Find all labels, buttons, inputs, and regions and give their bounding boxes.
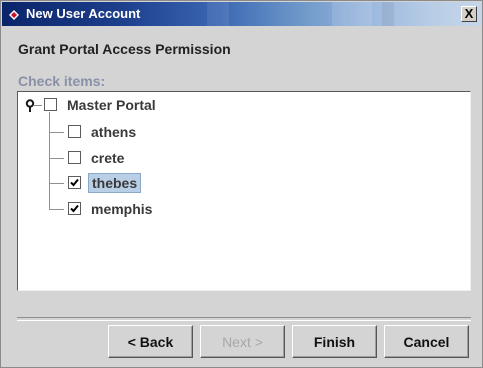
memphis-checkbox[interactable] — [68, 202, 81, 215]
checkmark-icon — [70, 204, 79, 213]
checkmark-icon — [70, 178, 79, 187]
tree-item-thebes[interactable]: thebes — [88, 173, 142, 193]
tree-item-crete[interactable]: crete — [88, 149, 127, 167]
tree-root-label[interactable]: Master Portal — [64, 96, 159, 114]
new-user-account-dialog: New User Account X Grant Portal Access P… — [0, 0, 483, 368]
tree-item-athens[interactable]: athens — [88, 123, 139, 141]
window-title: New User Account — [26, 6, 141, 21]
tree-item-memphis[interactable]: memphis — [88, 200, 155, 218]
close-button[interactable]: X — [461, 6, 477, 22]
tree-expand-handle-icon[interactable] — [24, 99, 36, 113]
back-button[interactable]: < Back — [108, 325, 193, 358]
crete-checkbox[interactable] — [68, 151, 81, 164]
check-items-label: Check items: — [18, 73, 106, 89]
wizard-heading: Grant Portal Access Permission — [18, 41, 231, 57]
portal-tree[interactable]: Master Portal athens crete thebes memphi… — [17, 91, 471, 291]
master-portal-checkbox[interactable] — [44, 98, 57, 111]
next-button[interactable]: Next > — [200, 325, 285, 358]
thebes-checkbox[interactable] — [68, 176, 81, 189]
close-icon: X — [464, 6, 474, 21]
app-icon — [8, 8, 20, 20]
finish-button[interactable]: Finish — [292, 325, 377, 358]
athens-checkbox[interactable] — [68, 125, 81, 138]
title-bar[interactable]: New User Account X — [2, 2, 481, 26]
button-separator — [17, 317, 471, 321]
cancel-button[interactable]: Cancel — [384, 325, 469, 358]
